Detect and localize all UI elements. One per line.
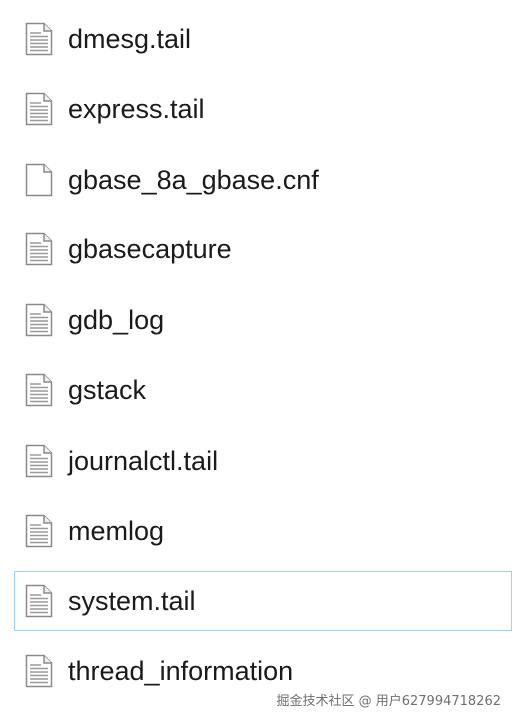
file-list: dmesg.tail express.tail gbase_8a_gbase.c… [0, 0, 513, 723]
text-document-icon [25, 654, 53, 688]
text-document-icon [25, 92, 53, 126]
file-item-gbase-8a-gbase-cnf[interactable]: gbase_8a_gbase.cnf [14, 150, 512, 210]
file-item-journalctl-tail[interactable]: journalctl.tail [14, 431, 512, 491]
text-document-icon [25, 444, 53, 478]
file-item-system-tail[interactable]: system.tail [14, 571, 512, 631]
file-item-memlog[interactable]: memlog [14, 501, 512, 561]
text-document-icon [25, 514, 53, 548]
text-document-icon [25, 232, 53, 266]
watermark: 掘金技术社区 @ 用户627994718262 [276, 694, 501, 709]
file-name: gdb_log [68, 305, 165, 335]
file-name: thread_information [68, 656, 294, 686]
file-name: system.tail [68, 586, 196, 616]
file-item-express-tail[interactable]: express.tail [14, 79, 512, 139]
text-document-icon [25, 303, 53, 337]
file-item-gdb-log[interactable]: gdb_log [14, 290, 512, 350]
file-name: express.tail [68, 94, 205, 124]
text-document-icon [25, 373, 53, 407]
file-item-gstack[interactable]: gstack [14, 360, 512, 420]
text-document-icon [25, 22, 53, 56]
file-name: gbasecapture [68, 234, 232, 264]
text-document-icon [25, 584, 53, 618]
file-name: memlog [68, 516, 165, 546]
file-name: dmesg.tail [68, 24, 192, 54]
file-name: gstack [68, 375, 147, 405]
blank-document-icon [25, 163, 53, 197]
file-name: gbase_8a_gbase.cnf [68, 165, 319, 195]
file-item-dmesg-tail[interactable]: dmesg.tail [14, 9, 512, 69]
file-name: journalctl.tail [68, 446, 219, 476]
file-item-gbasecapture[interactable]: gbasecapture [14, 219, 512, 279]
